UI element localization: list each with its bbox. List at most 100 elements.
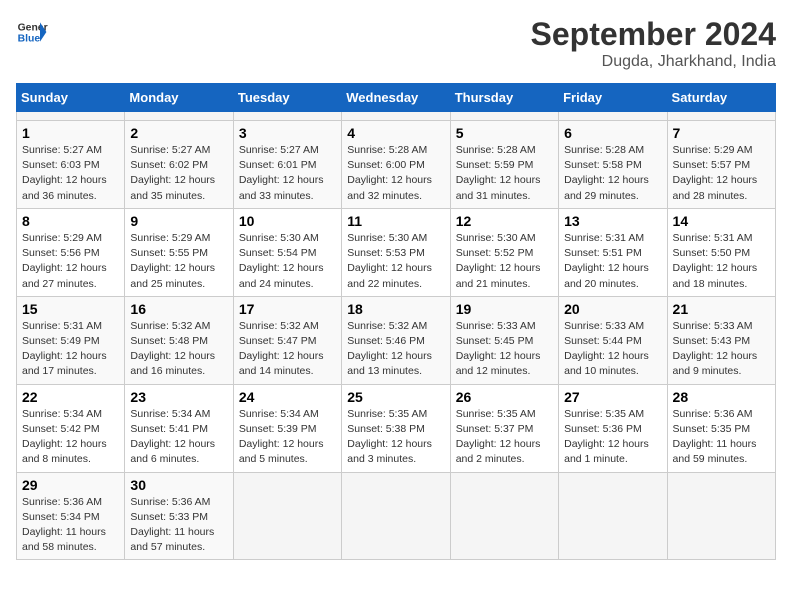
calendar-cell <box>125 112 233 121</box>
day-number: 23 <box>130 389 227 405</box>
day-number: 12 <box>456 213 553 229</box>
day-detail: Sunrise: 5:31 AM Sunset: 5:50 PM Dayligh… <box>673 231 770 292</box>
calendar-cell: 19 Sunrise: 5:33 AM Sunset: 5:45 PM Dayli… <box>450 296 558 384</box>
calendar-table: SundayMondayTuesdayWednesdayThursdayFrid… <box>16 83 776 560</box>
day-number: 26 <box>456 389 553 405</box>
col-header-saturday: Saturday <box>667 84 775 112</box>
calendar-cell: 15 Sunrise: 5:31 AM Sunset: 5:49 PM Dayli… <box>17 296 125 384</box>
calendar-cell: 26 Sunrise: 5:35 AM Sunset: 5:37 PM Dayli… <box>450 384 558 472</box>
day-number: 25 <box>347 389 444 405</box>
day-number: 9 <box>130 213 227 229</box>
calendar-cell: 14 Sunrise: 5:31 AM Sunset: 5:50 PM Dayli… <box>667 208 775 296</box>
day-detail: Sunrise: 5:28 AM Sunset: 5:59 PM Dayligh… <box>456 143 553 204</box>
day-number: 11 <box>347 213 444 229</box>
calendar-cell <box>233 472 341 560</box>
calendar-cell: 25 Sunrise: 5:35 AM Sunset: 5:38 PM Dayli… <box>342 384 450 472</box>
day-detail: Sunrise: 5:27 AM Sunset: 6:01 PM Dayligh… <box>239 143 336 204</box>
day-detail: Sunrise: 5:28 AM Sunset: 6:00 PM Dayligh… <box>347 143 444 204</box>
calendar-cell: 12 Sunrise: 5:30 AM Sunset: 5:52 PM Dayli… <box>450 208 558 296</box>
calendar-cell <box>342 112 450 121</box>
calendar-cell: 11 Sunrise: 5:30 AM Sunset: 5:53 PM Dayli… <box>342 208 450 296</box>
calendar-cell: 28 Sunrise: 5:36 AM Sunset: 5:35 PM Dayli… <box>667 384 775 472</box>
day-detail: Sunrise: 5:35 AM Sunset: 5:38 PM Dayligh… <box>347 407 444 468</box>
calendar-week-row: 29 Sunrise: 5:36 AM Sunset: 5:34 PM Dayli… <box>17 472 776 560</box>
day-number: 2 <box>130 125 227 141</box>
calendar-cell: 23 Sunrise: 5:34 AM Sunset: 5:41 PM Dayli… <box>125 384 233 472</box>
calendar-cell: 29 Sunrise: 5:36 AM Sunset: 5:34 PM Dayli… <box>17 472 125 560</box>
day-number: 18 <box>347 301 444 317</box>
day-number: 30 <box>130 477 227 493</box>
col-header-tuesday: Tuesday <box>233 84 341 112</box>
calendar-cell: 22 Sunrise: 5:34 AM Sunset: 5:42 PM Dayli… <box>17 384 125 472</box>
day-number: 7 <box>673 125 770 141</box>
calendar-cell <box>559 112 667 121</box>
calendar-week-row: 1Sunrise: 5:27 AM Sunset: 6:03 PM Daylig… <box>17 121 776 209</box>
day-detail: Sunrise: 5:35 AM Sunset: 5:37 PM Dayligh… <box>456 407 553 468</box>
day-detail: Sunrise: 5:34 AM Sunset: 5:39 PM Dayligh… <box>239 407 336 468</box>
day-detail: Sunrise: 5:33 AM Sunset: 5:43 PM Dayligh… <box>673 319 770 380</box>
day-detail: Sunrise: 5:36 AM Sunset: 5:35 PM Dayligh… <box>673 407 770 468</box>
calendar-cell: 18Sunrise: 5:32 AM Sunset: 5:46 PM Dayli… <box>342 296 450 384</box>
day-detail: Sunrise: 5:31 AM Sunset: 5:49 PM Dayligh… <box>22 319 119 380</box>
day-detail: Sunrise: 5:29 AM Sunset: 5:56 PM Dayligh… <box>22 231 119 292</box>
day-number: 20 <box>564 301 661 317</box>
logo-icon: General Blue <box>16 16 48 48</box>
day-detail: Sunrise: 5:34 AM Sunset: 5:42 PM Dayligh… <box>22 407 119 468</box>
day-number: 22 <box>22 389 119 405</box>
calendar-cell <box>450 472 558 560</box>
day-number: 24 <box>239 389 336 405</box>
col-header-monday: Monday <box>125 84 233 112</box>
day-detail: Sunrise: 5:36 AM Sunset: 5:34 PM Dayligh… <box>22 495 119 556</box>
day-detail: Sunrise: 5:33 AM Sunset: 5:44 PM Dayligh… <box>564 319 661 380</box>
day-detail: Sunrise: 5:27 AM Sunset: 6:03 PM Dayligh… <box>22 143 119 204</box>
day-number: 19 <box>456 301 553 317</box>
day-detail: Sunrise: 5:34 AM Sunset: 5:41 PM Dayligh… <box>130 407 227 468</box>
day-number: 28 <box>673 389 770 405</box>
location-subtitle: Dugda, Jharkhand, India <box>531 53 776 71</box>
day-detail: Sunrise: 5:35 AM Sunset: 5:36 PM Dayligh… <box>564 407 661 468</box>
calendar-cell: 16 Sunrise: 5:32 AM Sunset: 5:48 PM Dayli… <box>125 296 233 384</box>
day-number: 10 <box>239 213 336 229</box>
col-header-thursday: Thursday <box>450 84 558 112</box>
calendar-cell <box>667 112 775 121</box>
day-number: 3 <box>239 125 336 141</box>
day-detail: Sunrise: 5:30 AM Sunset: 5:52 PM Dayligh… <box>456 231 553 292</box>
calendar-cell: 2 Sunrise: 5:27 AM Sunset: 6:02 PM Daylig… <box>125 121 233 209</box>
day-detail: Sunrise: 5:32 AM Sunset: 5:48 PM Dayligh… <box>130 319 227 380</box>
day-number: 4 <box>347 125 444 141</box>
day-number: 14 <box>673 213 770 229</box>
calendar-cell: 27Sunrise: 5:35 AM Sunset: 5:36 PM Dayli… <box>559 384 667 472</box>
day-detail: Sunrise: 5:29 AM Sunset: 5:57 PM Dayligh… <box>673 143 770 204</box>
calendar-week-row: 15 Sunrise: 5:31 AM Sunset: 5:49 PM Dayli… <box>17 296 776 384</box>
day-detail: Sunrise: 5:33 AM Sunset: 5:45 PM Dayligh… <box>456 319 553 380</box>
calendar-week-row <box>17 112 776 121</box>
col-header-friday: Friday <box>559 84 667 112</box>
day-detail: Sunrise: 5:27 AM Sunset: 6:02 PM Dayligh… <box>130 143 227 204</box>
col-header-wednesday: Wednesday <box>342 84 450 112</box>
calendar-cell: 1Sunrise: 5:27 AM Sunset: 6:03 PM Daylig… <box>17 121 125 209</box>
day-detail: Sunrise: 5:30 AM Sunset: 5:53 PM Dayligh… <box>347 231 444 292</box>
calendar-cell: 4 Sunrise: 5:28 AM Sunset: 6:00 PM Daylig… <box>342 121 450 209</box>
calendar-cell <box>342 472 450 560</box>
calendar-cell: 10 Sunrise: 5:30 AM Sunset: 5:54 PM Dayli… <box>233 208 341 296</box>
day-detail: Sunrise: 5:32 AM Sunset: 5:47 PM Dayligh… <box>239 319 336 380</box>
day-number: 16 <box>130 301 227 317</box>
day-number: 17 <box>239 301 336 317</box>
calendar-cell: 5 Sunrise: 5:28 AM Sunset: 5:59 PM Daylig… <box>450 121 558 209</box>
day-number: 5 <box>456 125 553 141</box>
calendar-cell: 21 Sunrise: 5:33 AM Sunset: 5:43 PM Dayli… <box>667 296 775 384</box>
col-header-sunday: Sunday <box>17 84 125 112</box>
day-number: 8 <box>22 213 119 229</box>
day-detail: Sunrise: 5:28 AM Sunset: 5:58 PM Dayligh… <box>564 143 661 204</box>
calendar-cell: 30Sunrise: 5:36 AM Sunset: 5:33 PM Dayli… <box>125 472 233 560</box>
day-number: 13 <box>564 213 661 229</box>
calendar-cell <box>450 112 558 121</box>
day-number: 29 <box>22 477 119 493</box>
day-detail: Sunrise: 5:29 AM Sunset: 5:55 PM Dayligh… <box>130 231 227 292</box>
day-number: 15 <box>22 301 119 317</box>
day-number: 21 <box>673 301 770 317</box>
page-header: General Blue September 2024 Dugda, Jhark… <box>16 16 776 71</box>
day-detail: Sunrise: 5:30 AM Sunset: 5:54 PM Dayligh… <box>239 231 336 292</box>
logo: General Blue <box>16 16 48 48</box>
month-title: September 2024 <box>531 16 776 53</box>
